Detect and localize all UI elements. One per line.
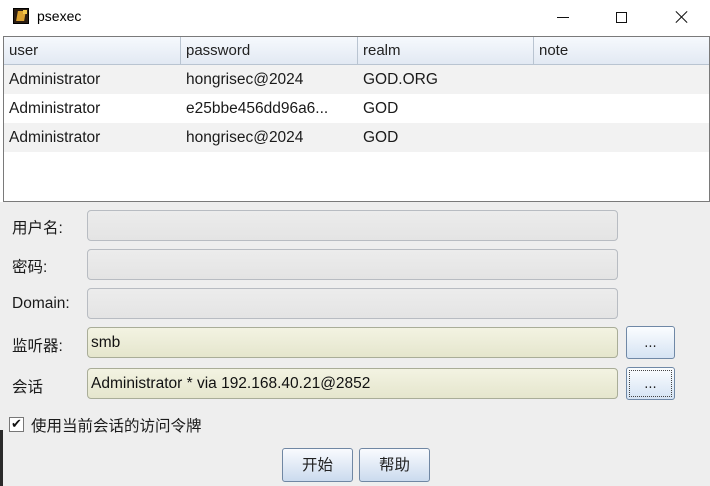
column-header-note[interactable]: note (534, 37, 709, 65)
session-browse-button[interactable]: ... (626, 367, 675, 400)
cell-password: hongrisec@2024 (186, 71, 304, 88)
password-field[interactable] (87, 249, 618, 280)
domain-label: Domain: (12, 295, 70, 312)
minimize-button[interactable] (540, 0, 586, 34)
column-header-password[interactable]: password (181, 37, 358, 65)
start-button[interactable]: 开始 (282, 448, 353, 482)
cell-note (534, 123, 709, 152)
cell-password: hongrisec@2024 (186, 129, 304, 146)
cell-user: Administrator (9, 100, 101, 117)
help-button[interactable]: 帮助 (359, 448, 430, 482)
cell-note (534, 94, 709, 123)
username-field[interactable] (87, 210, 618, 241)
column-header-user[interactable]: user (4, 37, 181, 65)
minimize-icon (557, 16, 569, 18)
close-icon (674, 10, 688, 24)
listener-field[interactable]: smb (87, 327, 618, 358)
table-row[interactable]: Administrator e25bbe456dd96a6... GOD (4, 94, 709, 123)
cell-user: Administrator (9, 129, 101, 146)
session-field[interactable]: Administrator * via 192.168.40.21@2852 (87, 368, 618, 399)
credentials-table[interactable]: user password realm note Administrator h… (3, 36, 710, 202)
password-label: 密码: (12, 259, 48, 276)
cell-user: Administrator (9, 71, 101, 88)
window-edge (0, 430, 3, 486)
cell-realm: GOD (363, 129, 399, 146)
session-label: 会话 (12, 379, 44, 396)
column-header-realm[interactable]: realm (358, 37, 534, 65)
use-token-label[interactable]: 使用当前会话的访问令牌 (31, 414, 202, 436)
window-title: psexec (37, 8, 82, 24)
cell-password: e25bbe456dd96a6... (186, 100, 329, 117)
listener-browse-button[interactable]: ... (626, 326, 675, 359)
title-bar: psexec (0, 0, 710, 34)
cell-realm: GOD (363, 100, 399, 117)
psexec-app-icon (13, 8, 29, 24)
cell-note (534, 65, 709, 94)
cell-realm: GOD.ORG (363, 71, 438, 88)
checkmark-icon: ✔ (11, 417, 22, 432)
maximize-icon (615, 11, 627, 23)
use-token-checkbox[interactable]: ✔ (9, 417, 24, 432)
username-label: 用户名: (12, 220, 63, 237)
table-header: user password realm note (4, 37, 709, 65)
psexec-form: 用户名: 密码: Domain: 监听器: smb ... 会话 Adminis… (0, 202, 710, 486)
close-button[interactable] (658, 0, 704, 34)
domain-field[interactable] (87, 288, 618, 319)
maximize-button[interactable] (598, 0, 644, 34)
table-row[interactable]: Administrator hongrisec@2024 GOD.ORG (4, 65, 709, 94)
listener-label: 监听器: (12, 338, 63, 355)
table-row[interactable]: Administrator hongrisec@2024 GOD (4, 123, 709, 152)
